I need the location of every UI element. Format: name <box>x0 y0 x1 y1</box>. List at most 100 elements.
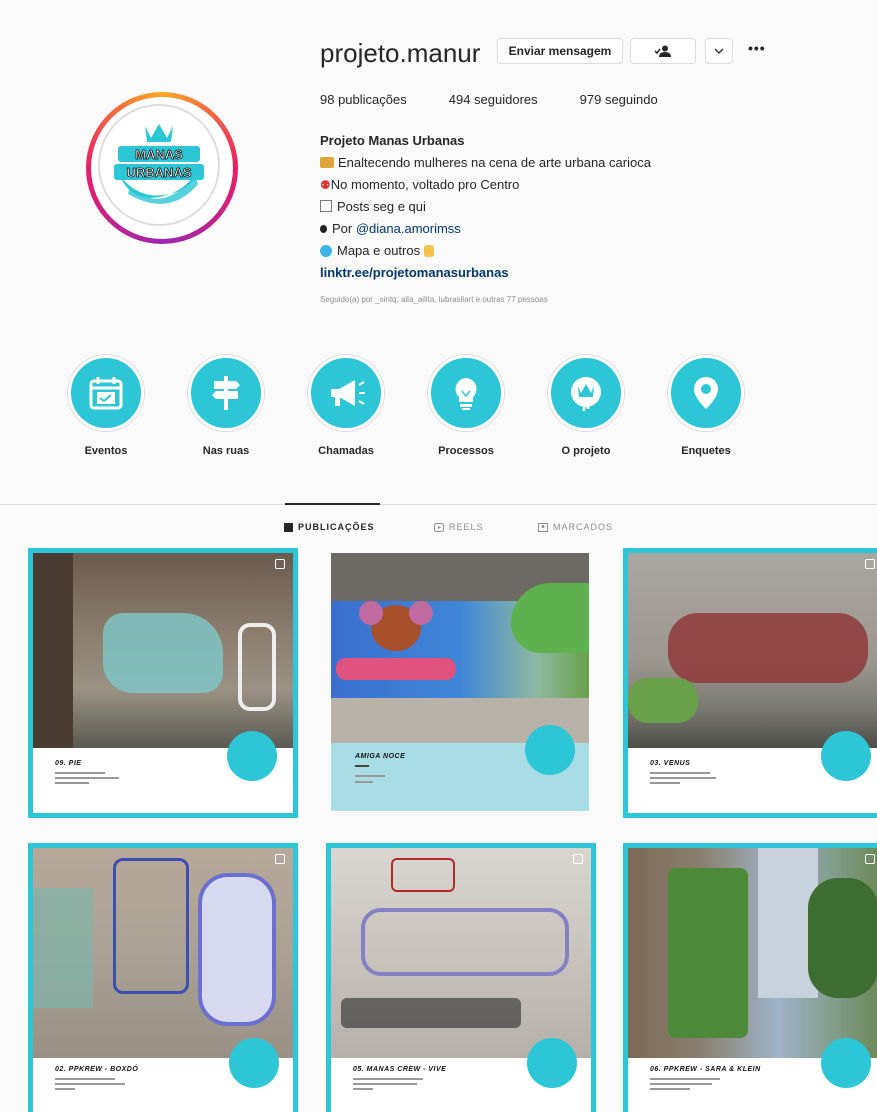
tab-label: MARCADOS <box>553 522 614 532</box>
following-button[interactable] <box>630 38 696 64</box>
post-photo <box>628 553 877 748</box>
calendar-emoji-icon <box>320 200 332 212</box>
tab-label: PUBLICAÇÕES <box>298 522 375 532</box>
bio-line-2: ⚉No momento, voltado pro Centro <box>320 177 520 192</box>
signpost-icon <box>212 376 240 410</box>
caption-text-line <box>55 1088 75 1090</box>
caption-text-line <box>55 777 119 779</box>
caption-text-line <box>650 777 716 779</box>
following-count[interactable]: 979 seguindo <box>580 92 658 107</box>
post-caption-title: AMIGA NOCE <box>355 753 406 760</box>
post-tile-2[interactable]: AMIGA NOCE <box>331 553 589 811</box>
carousel-icon <box>573 854 583 864</box>
highlight-cover <box>188 355 264 431</box>
reels-icon <box>434 522 444 532</box>
highlight-label: Eventos <box>84 445 128 457</box>
caption-text-line <box>650 772 710 774</box>
caption-text-line <box>650 1088 690 1090</box>
avatar-logo: MANAS URBANAS <box>98 104 220 226</box>
svg-text:MANAS: MANAS <box>135 147 183 162</box>
highlight-cover <box>668 355 744 431</box>
highlight-label: O projeto <box>561 445 611 457</box>
highlight-chamadas[interactable]: Chamadas <box>306 355 386 457</box>
calendar-icon <box>89 377 123 410</box>
profile-username: projeto.manur <box>320 38 481 68</box>
more-options-button[interactable]: ••• <box>748 40 766 56</box>
bee-emoji-icon <box>320 225 327 233</box>
tag-icon <box>538 522 548 532</box>
followers-count[interactable]: 494 seguidores <box>449 92 538 107</box>
crown-emoji-icon <box>320 157 334 168</box>
carousel-icon <box>275 854 285 864</box>
caption-text-line <box>355 765 369 767</box>
post-tile-5[interactable]: 05. MANAS CREW - VIVE <box>326 843 596 1112</box>
crown-logo-icon <box>571 377 601 411</box>
chevron-down-icon <box>714 48 724 54</box>
highlight-o-projeto[interactable]: O projeto <box>546 355 626 457</box>
highlight-processos[interactable]: Processos <box>426 355 506 457</box>
caption-text-line <box>55 1083 125 1085</box>
post-caption-title: 03. VENUS <box>650 760 691 767</box>
post-tile-3[interactable]: 03. VENUS <box>623 548 877 818</box>
carousel-icon <box>865 559 875 569</box>
manas-logo-badge-icon <box>525 725 575 775</box>
carousel-icon <box>865 854 875 864</box>
highlight-cover <box>428 355 504 431</box>
megaphone-icon <box>331 380 365 406</box>
caption-text-line <box>353 1088 373 1090</box>
highlight-eventos[interactable]: Eventos <box>66 355 146 457</box>
tab-marcados[interactable]: MARCADOS <box>538 522 613 532</box>
highlight-cover <box>308 355 384 431</box>
manas-logo-badge-icon <box>821 1038 871 1088</box>
profile-full-name: Projeto Manas Urbanas <box>320 133 465 148</box>
post-caption-title: 09. PIE <box>55 760 82 767</box>
tab-reels[interactable]: REELS <box>434 522 484 532</box>
grid-icon <box>284 522 293 532</box>
carousel-icon <box>275 559 285 569</box>
highlight-label: Enquetes <box>681 445 731 457</box>
pin-emoji-icon: ⚉ <box>320 178 331 192</box>
post-photo <box>628 848 877 1058</box>
lightbulb-icon <box>455 378 477 410</box>
caption-text-line <box>355 781 373 783</box>
pointing-hand-emoji-icon <box>423 245 434 257</box>
tabs-divider <box>0 504 877 505</box>
manas-logo-badge-icon <box>229 1038 279 1088</box>
bio-line-1: Enaltecendo mulheres na cena de arte urb… <box>320 152 651 174</box>
post-caption-title: 05. MANAS CREW - VIVE <box>353 1066 447 1073</box>
manas-logo-badge-icon <box>821 731 871 781</box>
person-check-icon <box>654 45 671 57</box>
highlight-enquetes[interactable]: Enquetes <box>666 355 746 457</box>
manas-logo-badge-icon <box>527 1038 577 1088</box>
profile-stats: 98 publicações 494 seguidores 979 seguin… <box>320 92 658 107</box>
suggestions-dropdown-button[interactable] <box>705 38 733 64</box>
highlight-nas-ruas[interactable]: Nas ruas <box>186 355 266 457</box>
caption-text-line <box>55 772 105 774</box>
author-mention-link[interactable]: @diana.amorimss <box>356 221 461 236</box>
bio-line-3: Posts seg e qui <box>320 196 651 218</box>
caption-text-line <box>650 1078 720 1080</box>
post-tile-4[interactable]: 02. PPKREW - BOXDÓ <box>28 843 298 1112</box>
highlight-label: Processos <box>438 445 494 457</box>
post-caption-title: 02. PPKREW - BOXDÓ <box>55 1066 139 1073</box>
post-tile-1[interactable]: 09. PIE <box>28 548 298 818</box>
caption-text-line <box>355 775 385 777</box>
bio-line-5: Mapa e outros <box>320 240 651 262</box>
profile-avatar[interactable]: MANAS URBANAS <box>86 92 238 244</box>
highlight-cover <box>548 355 624 431</box>
bio-external-link[interactable]: linktr.ee/projetomanasurbanas <box>320 262 651 284</box>
followed-by-text[interactable]: Seguido(a) por _sintq, aila_ailita, lubr… <box>320 295 548 304</box>
send-message-button[interactable]: Enviar mensagem <box>497 38 623 64</box>
post-photo <box>33 553 293 748</box>
caption-text-line <box>55 782 89 784</box>
tab-label: REELS <box>449 522 484 532</box>
svg-text:URBANAS: URBANAS <box>127 165 192 180</box>
highlight-label: Nas ruas <box>202 445 250 457</box>
tab-publicacoes[interactable]: PUBLICAÇÕES <box>284 522 375 532</box>
highlight-label: Chamadas <box>318 445 374 457</box>
manas-urbanas-logo-icon: MANAS URBANAS <box>114 124 204 204</box>
map-pin-icon <box>694 377 718 409</box>
post-photo <box>331 848 591 1058</box>
post-tile-6[interactable]: 06. PPKREW - SARA & KLEIN <box>623 843 877 1112</box>
caption-text-line <box>353 1078 423 1080</box>
